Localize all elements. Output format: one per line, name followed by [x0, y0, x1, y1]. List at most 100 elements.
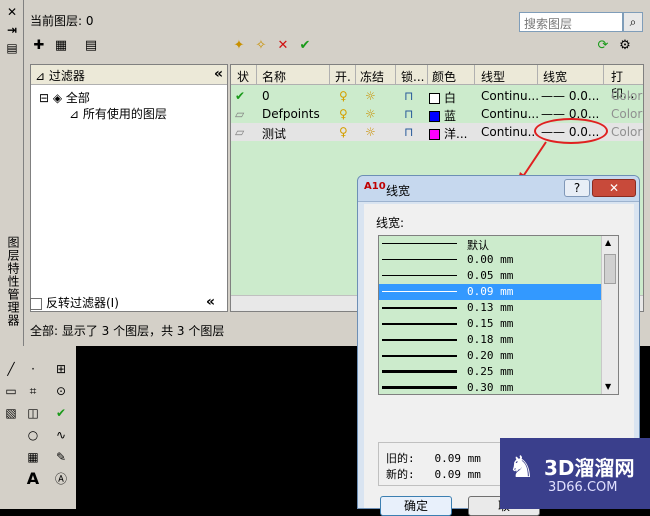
autohide-icon[interactable]: ⇥ [3, 22, 21, 38]
tree-item-all[interactable]: ⊟ ◈ 全部 [39, 89, 90, 106]
color-swatch [429, 111, 440, 122]
dialog-titlebar[interactable]: A10 线宽 ? ✕ [358, 176, 639, 202]
refresh-icon[interactable]: ⟳ [594, 38, 612, 54]
new-layer-vp-frozen-icon[interactable]: ✧ [252, 38, 270, 54]
list-item[interactable]: 0.20 mm [379, 348, 601, 364]
list-item[interactable]: 0.30 mm [379, 380, 601, 394]
point-icon[interactable]: · [24, 360, 42, 378]
scroll-thumb[interactable] [604, 254, 616, 284]
tree-expander-icon[interactable]: ⊟ [39, 91, 53, 105]
close-icon[interactable]: ✕ [592, 179, 636, 197]
ok-button[interactable]: 确定 [380, 496, 452, 516]
properties-icon[interactable]: ▤ [3, 40, 21, 56]
watermark-url: 3D66.COM [548, 480, 618, 495]
search-layer-input[interactable]: 搜索图层 [519, 12, 623, 32]
block-icon[interactable]: ⌗ [24, 382, 42, 400]
scroll-up-icon[interactable]: ▲ [605, 238, 611, 247]
color-swatch [429, 129, 440, 140]
layer-name[interactable]: 0 [262, 89, 270, 103]
settings-icon[interactable]: ⚙ [616, 38, 634, 54]
region-icon[interactable]: ◫ [24, 404, 42, 422]
collapse-icon[interactable]: « [214, 66, 223, 82]
color-swatch [429, 93, 440, 104]
polyline-icon[interactable]: ∿ [52, 426, 70, 444]
layer-plot-style: Color [611, 89, 643, 103]
layer-color[interactable]: 白 [429, 89, 456, 106]
new-lineweight: 新的: 0.09 mm [386, 468, 481, 481]
column-header-lineweight[interactable]: 线宽 [543, 68, 567, 85]
bulb-icon[interactable]: ♀ [339, 89, 348, 103]
filter-icon: ⊿ [35, 69, 49, 83]
unlock-icon[interactable]: ⊓ [404, 107, 413, 121]
layer-color[interactable]: 蓝 [429, 107, 456, 124]
layer-name[interactable]: Defpoints [262, 107, 320, 121]
search-icon[interactable]: ⌕ [623, 12, 643, 32]
layer-plot-style: Color [611, 125, 643, 139]
new-group-filter-icon[interactable]: ▦ [52, 38, 70, 54]
collapse-icon[interactable]: « [206, 294, 215, 310]
invert-filter-checkbox[interactable] [30, 297, 42, 310]
sun-icon[interactable]: ☼ [365, 125, 376, 139]
mtext-icon[interactable]: Ⓐ [52, 470, 70, 488]
tree-item-used-layers[interactable]: ⊿ 所有使用的图层 [69, 105, 167, 122]
column-header-color[interactable]: 颜色 [432, 68, 456, 85]
list-item[interactable]: 0.00 mm [379, 252, 601, 268]
hatch-icon[interactable]: ▧ [2, 404, 20, 422]
list-item-selected[interactable]: 0.09 mm [379, 284, 601, 300]
delete-layer-icon[interactable]: ✕ [274, 38, 292, 54]
deer-logo-icon: ♞ [508, 450, 535, 485]
list-item[interactable]: 0.05 mm [379, 268, 601, 284]
bulb-icon[interactable]: ♀ [339, 107, 348, 121]
old-lineweight: 旧的: 0.09 mm [386, 452, 481, 465]
layer-lineweight[interactable]: —— 0.0... [541, 89, 599, 103]
watermark-name: 3D溜溜网 [544, 456, 635, 480]
list-item[interactable]: 0.18 mm [379, 332, 601, 348]
line-icon[interactable]: ╱ [2, 360, 20, 378]
new-layer-icon[interactable]: ✦ [230, 38, 248, 54]
rectangle-icon[interactable]: ▭ [2, 382, 20, 400]
column-header-linetype[interactable]: 线型 [481, 68, 505, 85]
list-item[interactable]: 默认 [379, 236, 601, 252]
sun-icon[interactable]: ☼ [365, 107, 376, 121]
column-header-status[interactable]: 状 [237, 68, 249, 85]
layer-status-icon: ▱ [235, 107, 245, 121]
table-icon[interactable]: ▦ [24, 448, 42, 466]
close-icon[interactable]: ✕ [3, 4, 21, 20]
sun-icon[interactable]: ☼ [365, 89, 376, 103]
unlock-icon[interactable]: ⊓ [404, 125, 413, 139]
layer-plot-style: Color [611, 107, 643, 121]
column-header-freeze[interactable]: 冻结 [360, 68, 384, 85]
list-item[interactable]: 0.25 mm [379, 364, 601, 380]
layer-color[interactable]: 洋... [429, 125, 467, 142]
layer-linetype[interactable]: Continu... [481, 89, 539, 103]
vertical-scrollbar[interactable]: ▲ ▼ [601, 236, 618, 394]
circle-icon[interactable]: ○ [24, 426, 42, 444]
snap-icon[interactable]: ⊙ [52, 382, 70, 400]
layer-linetype[interactable]: Continu... [481, 107, 539, 121]
watermark: ♞ 3D溜溜网 3D66.COM [500, 438, 650, 509]
set-current-icon[interactable]: ✔ [296, 38, 314, 54]
filter-icon: ⊿ [69, 107, 83, 121]
bulb-icon[interactable]: ♀ [339, 125, 348, 139]
check-icon[interactable]: ✔ [52, 404, 70, 422]
layer-linetype[interactable]: Continu... [481, 125, 539, 139]
palette-title: 图层特性管理器 [6, 236, 20, 327]
help-icon[interactable]: ? [564, 179, 590, 197]
list-item[interactable]: 0.13 mm [379, 300, 601, 316]
layer-states-icon[interactable]: ▤ [82, 38, 100, 54]
scroll-down-icon[interactable]: ▼ [605, 382, 611, 391]
autocad-logo-icon: A10 [364, 181, 386, 192]
column-header-lock[interactable]: 锁... [401, 68, 424, 85]
invert-filter-option[interactable]: 反转过滤器(I) « [30, 294, 228, 312]
column-header-on[interactable]: 开. [335, 68, 351, 85]
insert-icon[interactable]: ⊞ [52, 360, 70, 378]
layer-name[interactable]: 测试 [262, 125, 286, 142]
list-item[interactable]: 0.15 mm [379, 316, 601, 332]
new-property-filter-icon[interactable]: ✚ [30, 38, 48, 54]
status-text: 全部: 显示了 3 个图层，共 3 个图层 [30, 324, 225, 338]
text-icon[interactable]: A [24, 470, 42, 488]
edit-icon[interactable]: ✎ [52, 448, 70, 466]
unlock-icon[interactable]: ⊓ [404, 89, 413, 103]
column-header-name[interactable]: 名称 [262, 68, 286, 85]
layer-row[interactable]: ✔ 0 ♀ ☼ ⊓ 白 Continu... —— 0.0... Color [231, 87, 643, 106]
